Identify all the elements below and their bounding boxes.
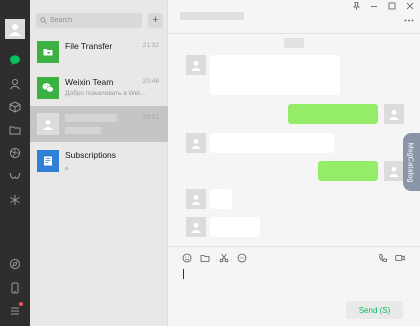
chat-item-title: File Transfer [65,41,113,51]
avatar-placeholder-icon [43,119,53,130]
incoming-message[interactable] [210,133,334,153]
search-icon [40,17,47,24]
chat-item-time: 20:51 [142,114,159,121]
chat-item-title: Subscriptions [65,150,117,160]
own-avatar [384,161,404,181]
maximize-icon[interactable] [386,2,398,10]
chat-header [168,0,420,34]
incoming-message[interactable] [210,55,340,95]
avatar-placeholder-icon [191,222,201,233]
mini-programs-icon[interactable] [8,257,22,271]
sender-avatar [186,189,206,209]
sender-avatar [186,55,206,75]
pin-icon[interactable] [350,2,362,10]
redacted-timestamp [284,38,304,48]
send-button[interactable]: Send (S) [346,301,403,319]
avatar-placeholder-icon [9,24,21,36]
screenshot-icon[interactable] [218,252,230,264]
message-composer: Send (S) [168,246,420,326]
incoming-message[interactable] [210,217,260,237]
sender-avatar [186,133,206,153]
avatar-placeholder-icon [389,166,399,177]
file-transfer-icon [37,41,59,63]
chat-history-icon[interactable] [236,252,248,264]
chat-item-preview: Добро пожаловать в Wei... [65,90,146,97]
unread-indicator [65,167,68,170]
redacted-chat-title [180,12,244,20]
video-call-icon[interactable] [394,252,406,264]
chat-item-file-transfer[interactable]: File Transfer 21:32 [30,34,168,70]
more-options-icon[interactable] [404,14,414,24]
redacted-preview [65,127,101,134]
sender-avatar [186,217,206,237]
contacts-icon[interactable] [8,77,22,91]
close-icon[interactable] [404,2,416,10]
discover-icon[interactable] [8,193,22,207]
redacted-title [65,114,117,122]
add-chat-button[interactable]: + [148,13,163,28]
folder-icon[interactable] [8,123,22,137]
avatar-placeholder-icon [191,60,201,71]
search-box[interactable] [36,13,142,28]
outgoing-message[interactable] [288,104,378,124]
msg-catalog-label: MsgCatalog [407,141,416,183]
chat-item-time: 21:32 [142,42,159,49]
favorites-icon[interactable] [8,100,22,114]
chat-item-subscriptions[interactable]: Subscriptions [30,143,168,179]
chat-item-weixin-team[interactable]: Weixin Team 20:46 Добро пожаловать в Wei… [30,70,168,106]
window-controls [350,2,416,10]
chat-list-panel: + File Transfer 21:32 Weixin Team 20:46 … [30,0,168,326]
msg-catalog-tab[interactable]: MsgCatalog [403,133,420,191]
avatar-placeholder-icon [389,109,399,120]
menu-icon[interactable] [8,304,22,318]
incoming-message[interactable] [210,189,232,209]
phone-icon[interactable] [8,281,22,295]
channels-icon[interactable] [8,170,22,184]
notification-badge [19,302,23,306]
moments-icon[interactable] [8,146,22,160]
own-avatar [384,104,404,124]
minimize-icon[interactable] [368,2,380,10]
chat-item-title: Weixin Team [65,77,114,87]
search-input[interactable] [50,17,140,24]
outgoing-message[interactable] [318,161,378,181]
voice-call-icon[interactable] [377,252,389,264]
avatar-placeholder-icon [191,194,201,205]
file-icon[interactable] [199,252,211,264]
contact-avatar [37,113,59,135]
navigation-rail [0,0,30,326]
subscriptions-icon [37,150,59,172]
chat-item-selected[interactable]: 20:51 [30,106,168,142]
chats-icon[interactable] [8,53,22,67]
avatar-placeholder-icon [191,138,201,149]
weixin-team-icon [37,77,59,99]
emoji-icon[interactable] [181,252,193,264]
chat-item-time: 20:46 [142,78,159,85]
user-avatar[interactable] [5,19,25,39]
text-cursor[interactable] [183,269,184,279]
chat-window: MsgCatalog Send (S) [168,0,420,326]
